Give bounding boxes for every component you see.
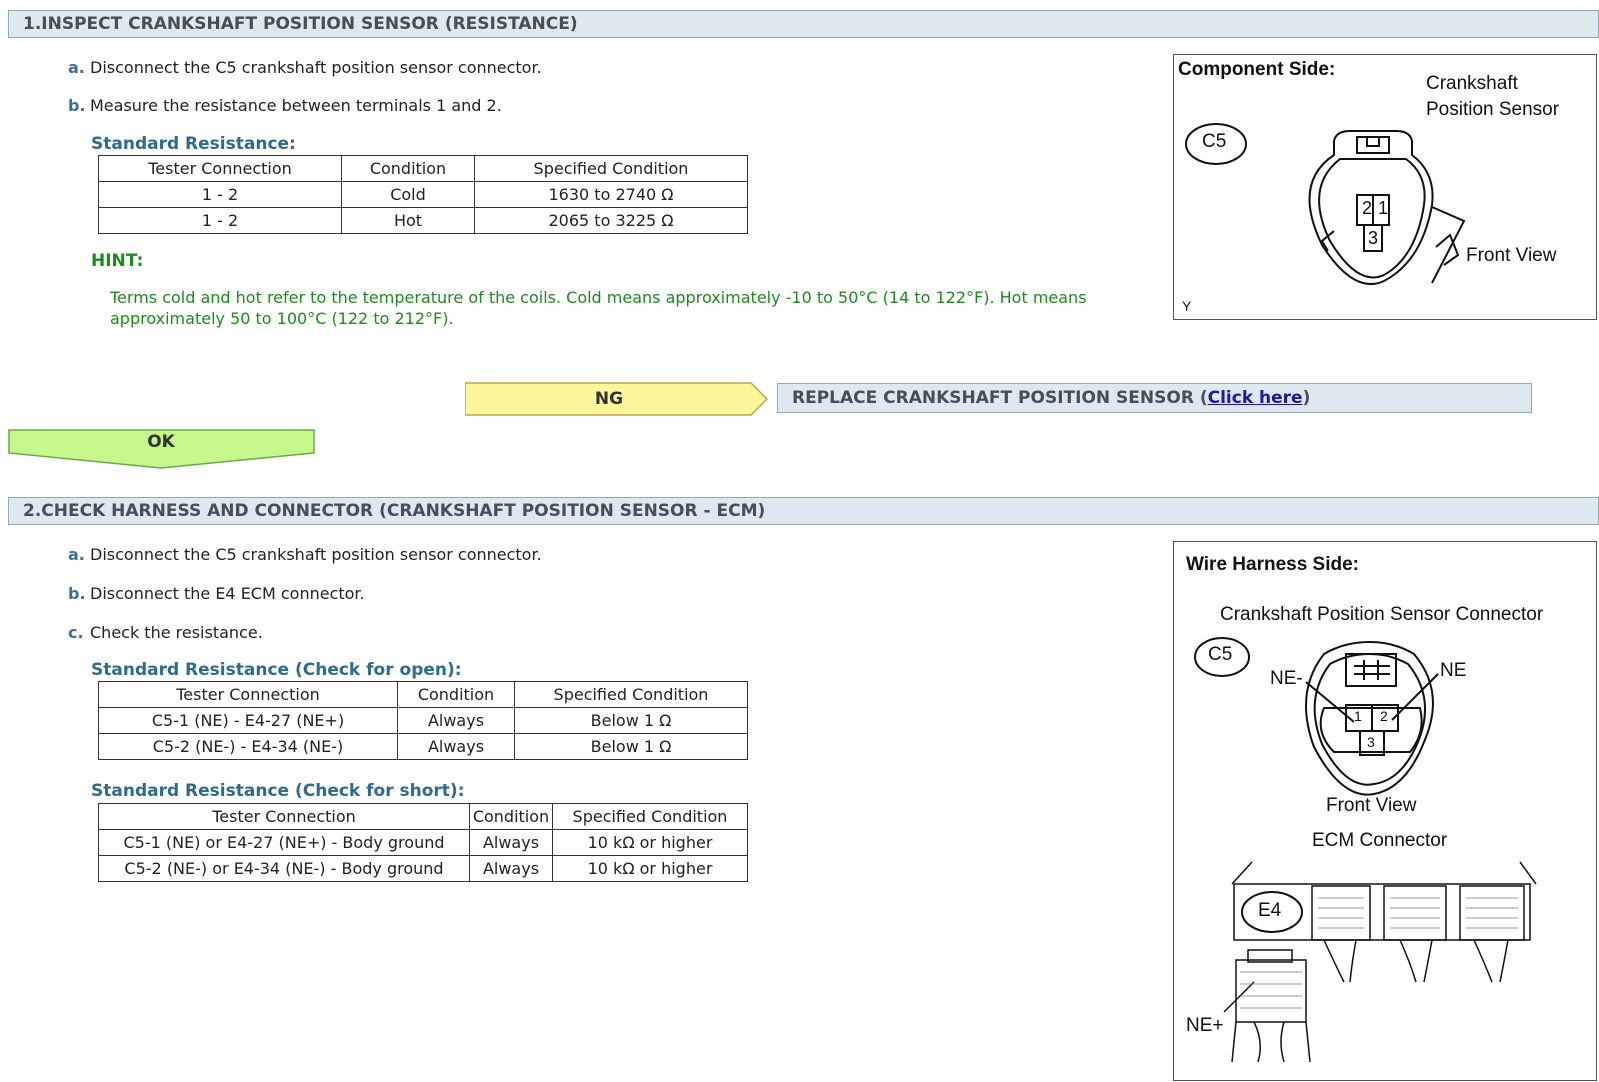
table-header-row: Tester Connection Condition Specified Co…: [98, 681, 748, 708]
step-1b: b. Measure the resistance between termina…: [68, 96, 502, 115]
table-row: C5-1 (NE) - E4-27 (NE+) Always Below 1 Ω: [98, 707, 748, 734]
section-2-header: 2.CHECK HARNESS AND CONNECTOR (CRANKSHAF…: [8, 497, 1599, 525]
step-2b: b. Disconnect the E4 ECM connector.: [68, 584, 365, 603]
table-cell: Below 1 Ω: [514, 733, 748, 760]
ng-label: NG: [594, 389, 624, 409]
table-row: C5-2 (NE-) - E4-34 (NE-) Always Below 1 …: [98, 733, 748, 760]
step-text: Disconnect the C5 crankshaft position se…: [90, 545, 542, 564]
table-cell: Cold: [341, 181, 475, 208]
open-check-table: Tester Connection Condition Specified Co…: [98, 681, 748, 760]
table-cell: Always: [397, 707, 515, 734]
table-cell: 1 - 2: [98, 207, 342, 234]
table-cell: Always: [397, 733, 515, 760]
table-cell: C5-1 (NE) or E4-27 (NE+) - Body ground: [98, 829, 470, 856]
table-header-cell: Specified Condition: [474, 155, 748, 182]
step-label: a.: [68, 58, 85, 77]
replace-text: REPLACE CRANKSHAFT POSITION SENSOR (: [792, 388, 1208, 408]
pin-2-label: 2: [1362, 198, 1373, 218]
section-1-header: 1.INSPECT CRANKSHAFT POSITION SENSOR (RE…: [8, 10, 1599, 38]
table-header-cell: Condition: [397, 681, 515, 708]
replace-sensor-bar: REPLACE CRANKSHAFT POSITION SENSOR (Clic…: [777, 383, 1532, 413]
table-cell: C5-2 (NE-) - E4-34 (NE-): [98, 733, 398, 760]
table-cell: 1630 to 2740 Ω: [474, 181, 748, 208]
hint-title: HINT:: [91, 251, 144, 271]
table-cell: Below 1 Ω: [514, 707, 748, 734]
component-side-figure: Component Side: Crankshaft Position Sens…: [1173, 54, 1597, 320]
short-check-title: Standard Resistance (Check for short):: [91, 781, 465, 801]
table-cell: Always: [469, 855, 553, 882]
table-header-row: Tester Connection Condition Specified Co…: [98, 155, 748, 182]
pin-1-label: 1: [1378, 198, 1389, 218]
table-cell: 1 - 2: [98, 181, 342, 208]
table-cell: Hot: [341, 207, 475, 234]
pin-2-label: 2: [1380, 708, 1388, 724]
table-cell: 2065 to 3225 Ω: [474, 207, 748, 234]
table-row: C5-1 (NE) or E4-27 (NE+) - Body ground A…: [98, 829, 748, 856]
wire-harness-side-figure: Wire Harness Side: Crankshaft Position S…: [1173, 541, 1597, 1081]
step-text: Check the resistance.: [90, 623, 263, 642]
front-view-label: Front View: [1326, 795, 1417, 816]
short-check-table: Tester Connection Condition Specified Co…: [98, 803, 748, 882]
table-header-cell: Condition: [469, 803, 553, 830]
table-header-cell: Tester Connection: [98, 155, 342, 182]
table-cell: 10 kΩ or higher: [552, 855, 748, 882]
hint-text: Terms cold and hot refer to the temperat…: [110, 288, 1087, 328]
table-row: 1 - 2 Cold 1630 to 2740 Ω: [98, 181, 748, 208]
table-cell: Always: [469, 829, 553, 856]
step-text: Disconnect the E4 ECM connector.: [90, 584, 365, 603]
table-cell: C5-2 (NE-) or E4-34 (NE-) - Body ground: [98, 855, 470, 882]
table-header-cell: Specified Condition: [514, 681, 748, 708]
replace-close: ): [1302, 388, 1311, 408]
step-label: c.: [68, 623, 84, 642]
standard-resistance-title: Standard Resistance:: [91, 134, 296, 154]
step-1a: a. Disconnect the C5 crankshaft position …: [68, 58, 542, 77]
ecm-id-e4: E4: [1258, 900, 1282, 921]
connector-id-c5: C5: [1208, 644, 1233, 665]
step-label: b.: [68, 96, 86, 115]
table-cell: 10 kΩ or higher: [552, 829, 748, 856]
table-row: 1 - 2 Hot 2065 to 3225 Ω: [98, 207, 748, 234]
step-2a: a. Disconnect the C5 crankshaft position …: [68, 545, 542, 564]
corner-mark: Y: [1182, 298, 1192, 314]
table-header-cell: Specified Condition: [552, 803, 748, 830]
step-label: a.: [68, 545, 85, 564]
click-here-link[interactable]: Click here: [1208, 388, 1303, 408]
ok-label: OK: [147, 432, 175, 452]
sensor-connector-drawing: [1185, 123, 1466, 286]
step-label: b.: [68, 584, 86, 603]
resistance-table: Tester Connection Condition Specified Co…: [98, 155, 748, 234]
front-view-label: Front View: [1466, 245, 1557, 266]
connector-id-c5: C5: [1202, 131, 1227, 152]
ne-minus-label: NE-: [1270, 668, 1303, 689]
table-header-cell: Tester Connection: [98, 681, 398, 708]
ne-plus-label: NE+: [1186, 1015, 1224, 1036]
table-cell: C5-1 (NE) - E4-27 (NE+): [98, 707, 398, 734]
pin-3-label: 3: [1367, 734, 1375, 750]
open-check-title: Standard Resistance (Check for open):: [91, 660, 462, 680]
table-header-cell: Tester Connection: [98, 803, 470, 830]
table-header-row: Tester Connection Condition Specified Co…: [98, 803, 748, 830]
pin-1-label: 1: [1354, 708, 1362, 724]
table-header-cell: Condition: [341, 155, 475, 182]
table-row: C5-2 (NE-) or E4-34 (NE-) - Body ground …: [98, 855, 748, 882]
step-text: Measure the resistance between terminals…: [90, 96, 502, 115]
step-2c: c. Check the resistance.: [68, 623, 263, 642]
step-text: Disconnect the C5 crankshaft position se…: [90, 58, 542, 77]
ecm-connector-label: ECM Connector: [1312, 830, 1448, 851]
ne-label: NE: [1440, 660, 1467, 681]
pin-3-label: 3: [1368, 228, 1379, 248]
